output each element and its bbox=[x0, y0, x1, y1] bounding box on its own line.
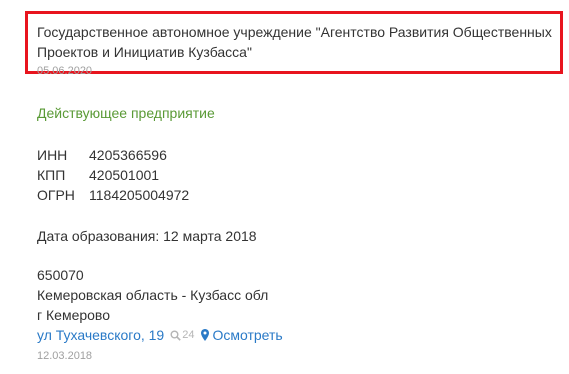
address-date: 12.03.2018 bbox=[37, 350, 93, 362]
search-count-value: 24 bbox=[182, 329, 195, 341]
founded-date: Дата образования: 12 марта 2018 bbox=[37, 228, 257, 244]
address-region: Кемеровская область - Кузбасс обл bbox=[37, 287, 269, 303]
inn-row: ИНН 4205366596 bbox=[37, 145, 189, 165]
street-link[interactable]: ул Тухачевского, 19 bbox=[37, 325, 164, 345]
address-links: ул Тухачевского, 19 24 Осмотреть bbox=[37, 325, 283, 345]
registration-codes: ИНН 4205366596 КПП 420501001 ОГРН 118420… bbox=[37, 145, 189, 205]
address-block: 650070 Кемеровская область - Кузбасс обл… bbox=[37, 265, 268, 325]
ogrn-value: 1184205004972 bbox=[89, 187, 190, 203]
address-city: г Кемерово bbox=[37, 307, 110, 323]
view-link-label: Осмотреть bbox=[212, 327, 283, 343]
inn-label: ИНН bbox=[37, 147, 68, 163]
status-label: Действующее предприятие bbox=[37, 105, 215, 121]
view-on-map-link[interactable]: Осмотреть bbox=[201, 325, 283, 345]
map-pin-icon bbox=[201, 329, 210, 341]
organization-date: 05.06.2020 bbox=[37, 65, 93, 77]
inn-value: 4205366596 bbox=[89, 147, 167, 163]
kpp-row: КПП 420501001 bbox=[37, 165, 189, 185]
ogrn-label: ОГРН bbox=[37, 187, 75, 203]
search-count[interactable]: 24 bbox=[170, 325, 194, 345]
address-postcode: 650070 bbox=[37, 267, 84, 283]
ogrn-row: ОГРН 1184205004972 bbox=[37, 185, 189, 205]
kpp-value: 420501001 bbox=[89, 167, 160, 183]
search-icon bbox=[170, 330, 181, 341]
kpp-label: КПП bbox=[37, 167, 66, 183]
organization-name[interactable]: Государственное автономное учреждение "А… bbox=[37, 22, 567, 62]
